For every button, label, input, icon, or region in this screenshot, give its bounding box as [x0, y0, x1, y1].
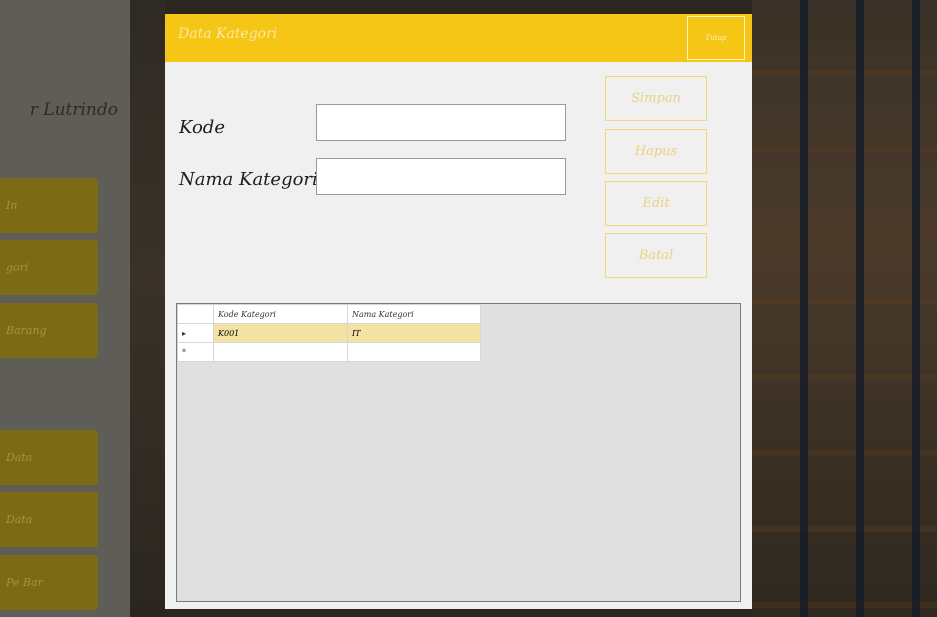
background-menu-button: In — [0, 178, 98, 233]
table-header-row: Kode Kategori Nama Kategori — [177, 304, 481, 324]
kode-input[interactable] — [316, 104, 566, 141]
background-menu-button: Barang — [0, 303, 98, 358]
background-menu-button: Data — [0, 430, 98, 485]
kategori-table: Kode Kategori Nama Kategori ▸ K001 IT * — [177, 304, 481, 362]
row-selector-icon[interactable]: ▸ — [177, 323, 214, 343]
background-app-title: r Lutrindo — [29, 100, 118, 120]
kategori-data-grid[interactable]: Kode Kategori Nama Kategori ▸ K001 IT * — [176, 303, 741, 602]
column-header-nama-kategori[interactable]: Nama Kategori — [347, 304, 481, 324]
new-row-cell[interactable] — [347, 342, 481, 362]
edit-button[interactable]: Edit — [605, 181, 707, 226]
column-header-kode-kategori[interactable]: Kode Kategori — [213, 304, 348, 324]
background-menu-button: Data — [0, 492, 98, 547]
dialog-title: Data Kategori — [178, 26, 278, 42]
background-menu-button: Pe Bar — [0, 555, 98, 610]
background-warehouse-image — [752, 0, 937, 617]
row-header-corner — [177, 304, 214, 324]
new-row-cell[interactable] — [213, 342, 348, 362]
hapus-button[interactable]: Hapus — [605, 129, 707, 174]
batal-button[interactable]: Batal — [605, 233, 707, 278]
table-row[interactable]: ▸ K001 IT — [177, 323, 481, 343]
new-row-marker[interactable]: * — [177, 342, 214, 362]
nama-kategori-label: Nama Kategori — [179, 169, 318, 190]
kode-label: Kode — [179, 117, 225, 138]
new-row[interactable]: * — [177, 342, 481, 362]
nama-kategori-input[interactable] — [316, 158, 566, 195]
background-sidebar: r Lutrindo In gori Barang Data Data Pe B… — [0, 0, 130, 617]
background-image-strip — [130, 0, 165, 617]
cell-nama-kategori[interactable]: IT — [347, 323, 481, 343]
close-button[interactable]: Tutup — [687, 16, 745, 60]
simpan-button[interactable]: Simpan — [605, 76, 707, 121]
data-kategori-dialog: Data Kategori Tutup Kode Nama Kategori S… — [165, 14, 752, 609]
background-menu-button: gori — [0, 240, 98, 295]
cell-kode-kategori[interactable]: K001 — [213, 323, 348, 343]
dialog-titlebar: Data Kategori Tutup — [165, 14, 752, 62]
